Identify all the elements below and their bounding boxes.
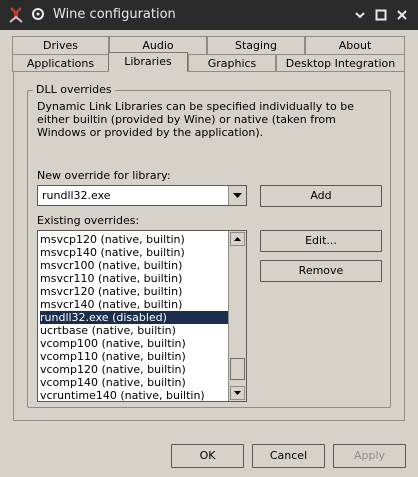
list-item[interactable]: vcruntime140 (native, builtin) [40,389,230,401]
list-item[interactable]: msvcp140 (native, builtin) [40,246,230,259]
dropdown-arrow-icon[interactable] [228,186,246,205]
tab-applications[interactable]: Applications [12,54,109,72]
library-combobox[interactable]: rundll32.exe [37,185,247,206]
scroll-up-icon[interactable] [230,232,245,246]
edit-button[interactable]: Edit... [260,230,382,252]
ok-button[interactable]: OK [171,444,244,468]
list-item[interactable]: vcomp110 (native, builtin) [40,350,230,363]
list-scrollbar[interactable] [228,231,246,401]
remove-button[interactable]: Remove [260,260,382,282]
list-item[interactable]: msvcr140 (native, builtin) [40,298,230,311]
existing-overrides-label: Existing overrides: [37,214,140,227]
tab-libraries[interactable]: Libraries [108,52,188,72]
cancel-button[interactable]: Cancel [252,444,325,468]
list-item-selected[interactable]: rundll32.exe (disabled) [40,311,230,324]
apply-button[interactable]: Apply [333,444,406,468]
group-title: DLL overrides [33,83,115,96]
minimize-icon[interactable] [352,7,368,23]
maximize-icon[interactable] [373,7,389,23]
window-title: Wine configuration [53,7,176,22]
add-button[interactable]: Add [260,185,382,207]
tab-desktop-integration[interactable]: Desktop Integration [276,54,405,72]
tab-drives[interactable]: Drives [12,36,109,54]
new-override-label: New override for library: [37,169,171,182]
list-item[interactable]: msvcr100 (native, builtin) [40,259,230,272]
list-item[interactable]: ucrtbase (native, builtin) [40,324,230,337]
scrollbar-thumb[interactable] [230,358,245,380]
list-item[interactable]: vcomp100 (native, builtin) [40,337,230,350]
scroll-down-icon[interactable] [230,386,245,400]
list-item[interactable]: vcomp140 (native, builtin) [40,376,230,389]
pin-icon[interactable] [31,7,45,21]
library-combobox-value: rundll32.exe [42,189,111,202]
wine-app-icon[interactable] [6,5,26,25]
tab-about[interactable]: About [305,36,405,54]
list-item[interactable]: vcomp120 (native, builtin) [40,363,230,376]
list-item[interactable]: msvcr120 (native, builtin) [40,285,230,298]
tab-staging[interactable]: Staging [207,36,305,54]
description-text: Dynamic Link Libraries can be specified … [37,100,355,139]
overrides-list[interactable]: msvcp120 (native, builtin) msvcp140 (nat… [37,230,247,402]
close-icon[interactable] [394,7,410,23]
tab-graphics[interactable]: Graphics [188,54,276,72]
title-bar: Wine configuration [0,0,418,30]
list-item[interactable]: msvcp120 (native, builtin) [40,233,230,246]
list-item[interactable]: msvcr110 (native, builtin) [40,272,230,285]
